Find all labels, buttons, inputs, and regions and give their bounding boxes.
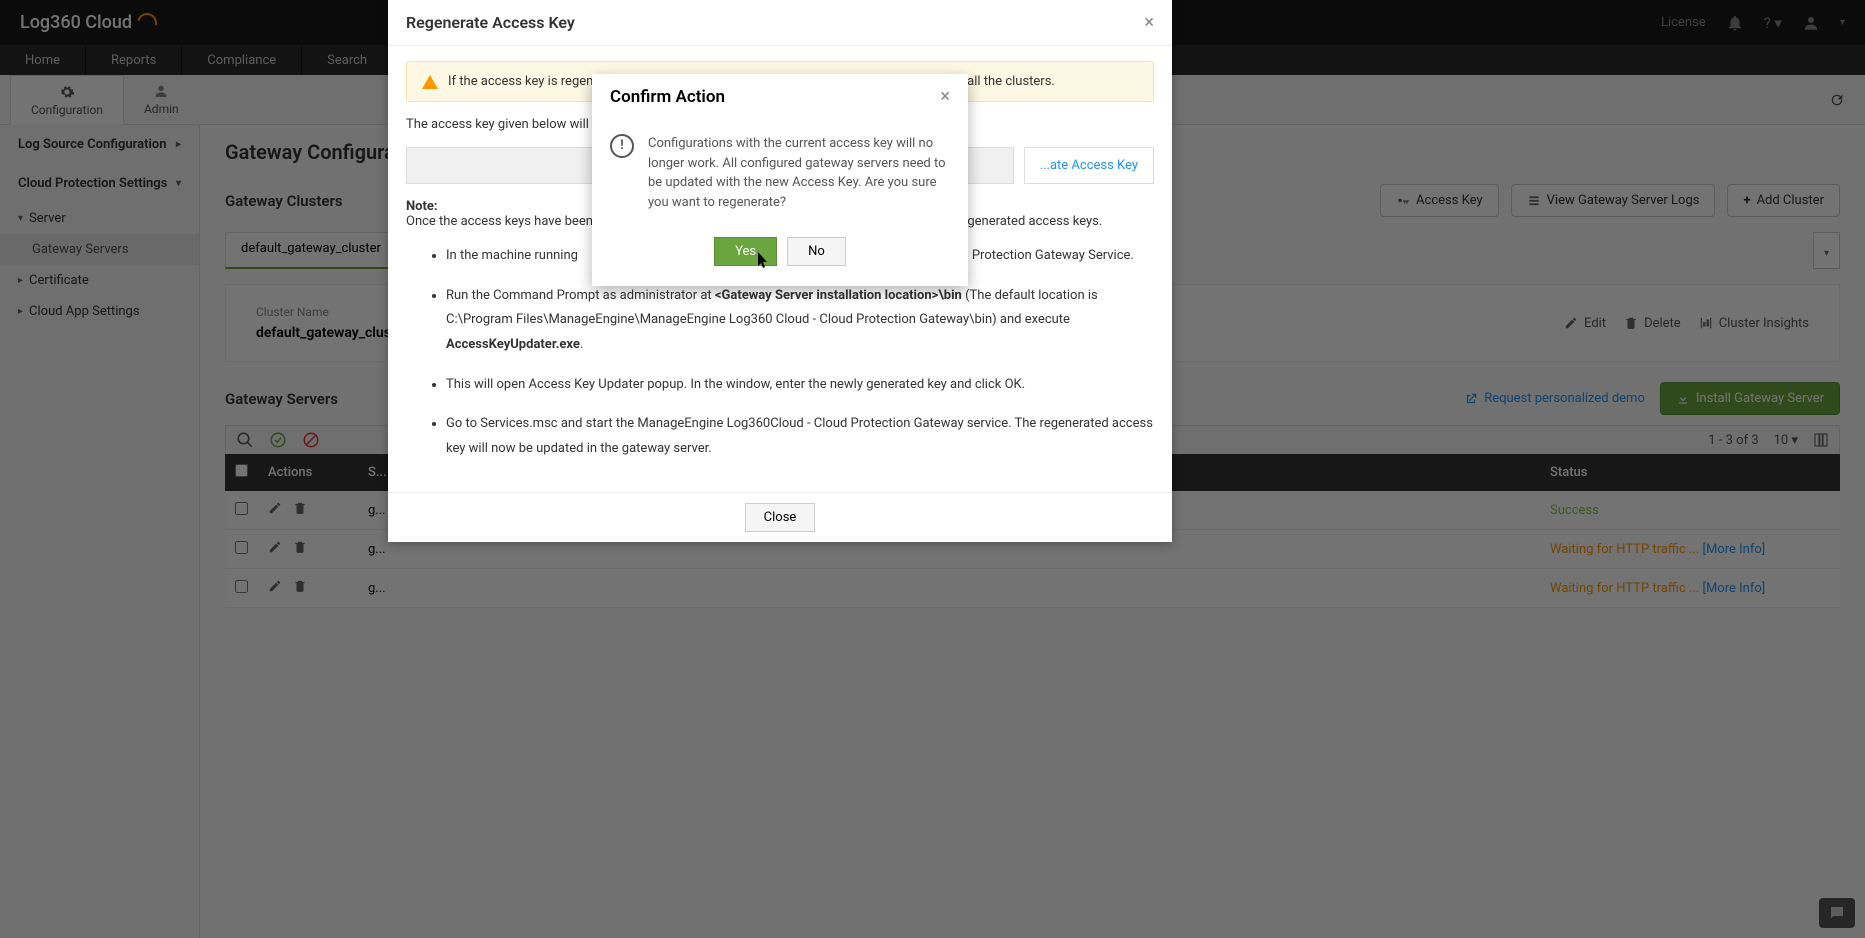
modal-footer: Close (388, 492, 1172, 542)
confirm-close-icon[interactable]: × (940, 86, 950, 107)
confirm-modal: Confirm Action × ! Configurations with t… (592, 74, 968, 286)
note-item-4: Go to Services.msc and start the ManageE… (446, 412, 1154, 461)
note-item-3: This will open Access Key Updater popup.… (446, 373, 1154, 398)
note-item-2: Run the Command Prompt as administrator … (446, 284, 1154, 358)
mouse-cursor (752, 252, 768, 272)
modal-title: Regenerate Access Key (406, 13, 575, 32)
warning-icon (422, 75, 438, 89)
exclamation-icon: ! (610, 134, 634, 158)
confirm-message: Configurations with the current access k… (648, 134, 950, 212)
confirm-body: ! Configurations with the current access… (592, 119, 968, 227)
confirm-header: Confirm Action × (592, 74, 968, 119)
regenerate-key-button[interactable]: ...ate Access Key (1024, 147, 1154, 184)
confirm-actions: Yes No (592, 227, 968, 286)
modal-header: Regenerate Access Key × (388, 0, 1172, 46)
close-icon[interactable]: × (1144, 12, 1154, 33)
no-button[interactable]: No (787, 237, 846, 266)
note-label: Note: (406, 199, 438, 214)
confirm-title: Confirm Action (610, 87, 725, 107)
close-button[interactable]: Close (745, 503, 816, 532)
